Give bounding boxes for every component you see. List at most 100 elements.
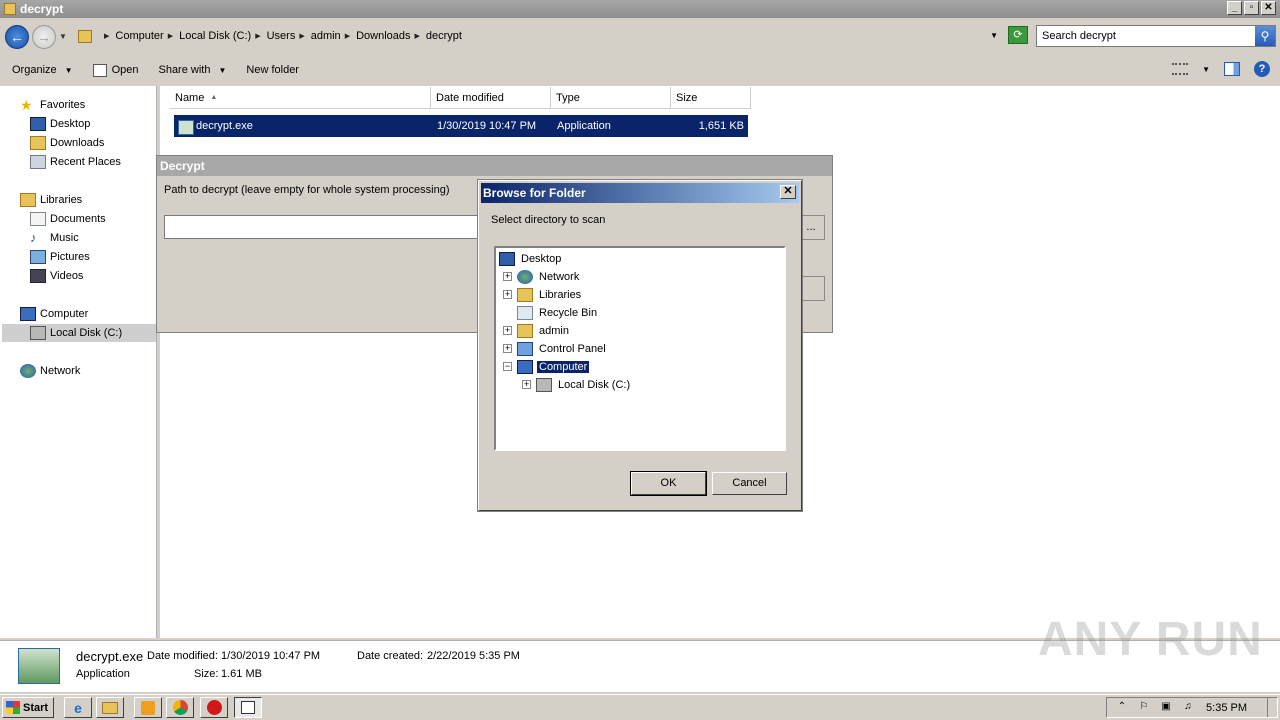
views-dropdown[interactable]: ▼	[1202, 65, 1210, 74]
column-date-modified[interactable]: Date modified	[431, 87, 551, 109]
explorer-icon	[102, 701, 118, 714]
nav-documents[interactable]: Documents	[30, 210, 106, 228]
expand-icon[interactable]: +	[522, 380, 531, 389]
taskbar-media-player[interactable]	[134, 697, 162, 718]
share-with-menu[interactable]: Share with ▼	[158, 64, 226, 76]
taskbar-opera[interactable]	[200, 697, 228, 718]
expand-icon[interactable]: +	[503, 326, 512, 335]
action-center-flag-icon[interactable]: ⚐	[1137, 701, 1151, 714]
tree-label: Desktop	[521, 252, 562, 265]
search-input[interactable]: Search decrypt ⚲	[1036, 25, 1276, 47]
nav-downloads[interactable]: Downloads	[30, 134, 104, 152]
nav-label: Computer	[40, 308, 89, 320]
taskbar-ie[interactable]: e	[64, 697, 92, 718]
tree-node-admin[interactable]: + admin	[503, 322, 571, 339]
tree-node-libraries[interactable]: + Libraries	[503, 286, 583, 303]
help-icon[interactable]: ?	[1254, 61, 1270, 77]
crumb-decrypt[interactable]: decrypt	[426, 30, 462, 42]
organize-menu[interactable]: Organize ▼	[12, 64, 73, 76]
nav-label: Desktop	[50, 118, 91, 130]
exe-icon	[18, 648, 60, 684]
show-hidden-icons-icon[interactable]: ⌃	[1115, 701, 1129, 714]
tree-label: Local Disk (C:)	[558, 378, 631, 391]
nav-music[interactable]: ♪ Music	[30, 229, 79, 247]
ok-button[interactable]: OK	[630, 471, 707, 496]
details-size-label: Size:	[194, 668, 219, 680]
file-row[interactable]: decrypt.exe 1/30/2019 10:47 PM Applicati…	[174, 115, 748, 137]
start-button[interactable]: Start	[2, 697, 54, 718]
folder-tree[interactable]: Desktop + Network + Libraries Recycle Bin …	[494, 246, 786, 451]
expand-icon[interactable]: +	[503, 344, 512, 353]
chrome-icon	[172, 700, 188, 715]
preview-pane-icon[interactable]	[1224, 62, 1240, 76]
clock[interactable]: 5:35 PM	[1206, 702, 1247, 714]
nav-recent-places[interactable]: Recent Places	[30, 153, 121, 171]
nav-network[interactable]: Network	[20, 362, 80, 380]
dialog-prompt: Select directory to scan	[491, 214, 606, 226]
network-tray-icon[interactable]: ▣	[1159, 701, 1173, 714]
computer-icon	[20, 307, 36, 321]
nav-desktop[interactable]: Desktop	[30, 115, 90, 133]
collapse-icon[interactable]: −	[503, 362, 512, 371]
taskbar-decrypt-app[interactable]	[234, 697, 262, 718]
maximize-button[interactable]: ▫	[1244, 1, 1259, 15]
crumb-admin[interactable]: admin	[311, 30, 341, 42]
recent-pages-dropdown[interactable]: ▼	[59, 32, 67, 41]
nav-computer[interactable]: Computer	[20, 305, 88, 323]
path-input[interactable]	[164, 215, 484, 239]
address-dropdown[interactable]: ▼	[990, 31, 998, 40]
crumb-users[interactable]: Users	[267, 30, 296, 42]
forward-button[interactable]: →	[32, 25, 56, 49]
show-desktop-button[interactable]	[1267, 698, 1277, 717]
file-size: 1,651 KB	[698, 120, 744, 132]
views-icon[interactable]	[1172, 63, 1189, 75]
column-size[interactable]: Size	[671, 87, 751, 109]
volume-icon[interactable]: ♫	[1181, 701, 1195, 714]
nav-videos[interactable]: Videos	[30, 267, 83, 285]
tree-node-computer[interactable]: − Computer	[503, 358, 590, 375]
folder-icon	[4, 3, 16, 15]
crumb-local-disk[interactable]: Local Disk (C:)	[179, 30, 251, 42]
crumb-downloads[interactable]: Downloads	[356, 30, 410, 42]
tree-node-network[interactable]: + Network	[503, 268, 581, 285]
system-tray: ⌃ ⚐ ▣ ♫ 5:35 PM	[1106, 697, 1278, 718]
nav-pictures[interactable]: Pictures	[30, 248, 90, 266]
close-button[interactable]: ✕	[1261, 1, 1276, 15]
computer-icon	[517, 359, 533, 374]
music-icon: ♪	[30, 230, 37, 245]
nav-favorites[interactable]: ★ Favorites	[20, 96, 85, 114]
dialog-close-button[interactable]: ✕	[780, 185, 796, 199]
column-type[interactable]: Type	[551, 87, 671, 109]
nav-libraries[interactable]: Libraries	[20, 191, 82, 209]
cancel-button[interactable]: Cancel	[712, 472, 787, 495]
expand-icon[interactable]: +	[503, 290, 512, 299]
nav-local-disk[interactable]: Local Disk (C:)	[2, 324, 156, 342]
drive-icon	[30, 326, 46, 340]
tree-node-local-disk[interactable]: + Local Disk (C:)	[522, 376, 632, 393]
search-icon[interactable]: ⚲	[1255, 26, 1275, 46]
new-folder-button[interactable]: New folder	[246, 64, 299, 76]
column-name[interactable]: Name ▲	[170, 87, 431, 109]
open-button[interactable]: Open	[92, 63, 138, 77]
desktop-icon	[30, 117, 46, 131]
crumb-computer[interactable]: Computer	[115, 30, 163, 42]
details-date-created-label: Date created:	[357, 650, 424, 662]
refresh-button[interactable]: ⟳	[1008, 26, 1028, 44]
address-bar[interactable]: ▶ Computer ▶ Local Disk (C:) ▶ Users ▶ admi…	[74, 25, 1004, 47]
taskbar-chrome[interactable]	[166, 697, 194, 718]
decrypt-title: Decrypt	[157, 156, 832, 176]
taskbar-explorer[interactable]	[96, 697, 124, 718]
drive-icon	[536, 377, 552, 392]
details-date-modified: 1/30/2019 10:47 PM	[221, 650, 321, 662]
tree-node-recycle-bin[interactable]: Recycle Bin	[503, 304, 599, 321]
back-button[interactable]: ←	[5, 25, 29, 49]
column-date-label: Date modified	[436, 91, 504, 104]
minimize-button[interactable]: _	[1227, 1, 1242, 15]
tree-node-desktop[interactable]: Desktop	[499, 250, 563, 267]
command-bar: Organize ▼ Open Share with ▼ New folder ▼ …	[0, 56, 1280, 84]
nav-label: Network	[40, 365, 81, 377]
expand-icon[interactable]: +	[503, 272, 512, 281]
folder-icon	[78, 29, 92, 43]
browse-for-folder-dialog: Browse for Folder ✕ Select directory to …	[477, 179, 803, 512]
tree-node-control-panel[interactable]: + Control Panel	[503, 340, 608, 357]
